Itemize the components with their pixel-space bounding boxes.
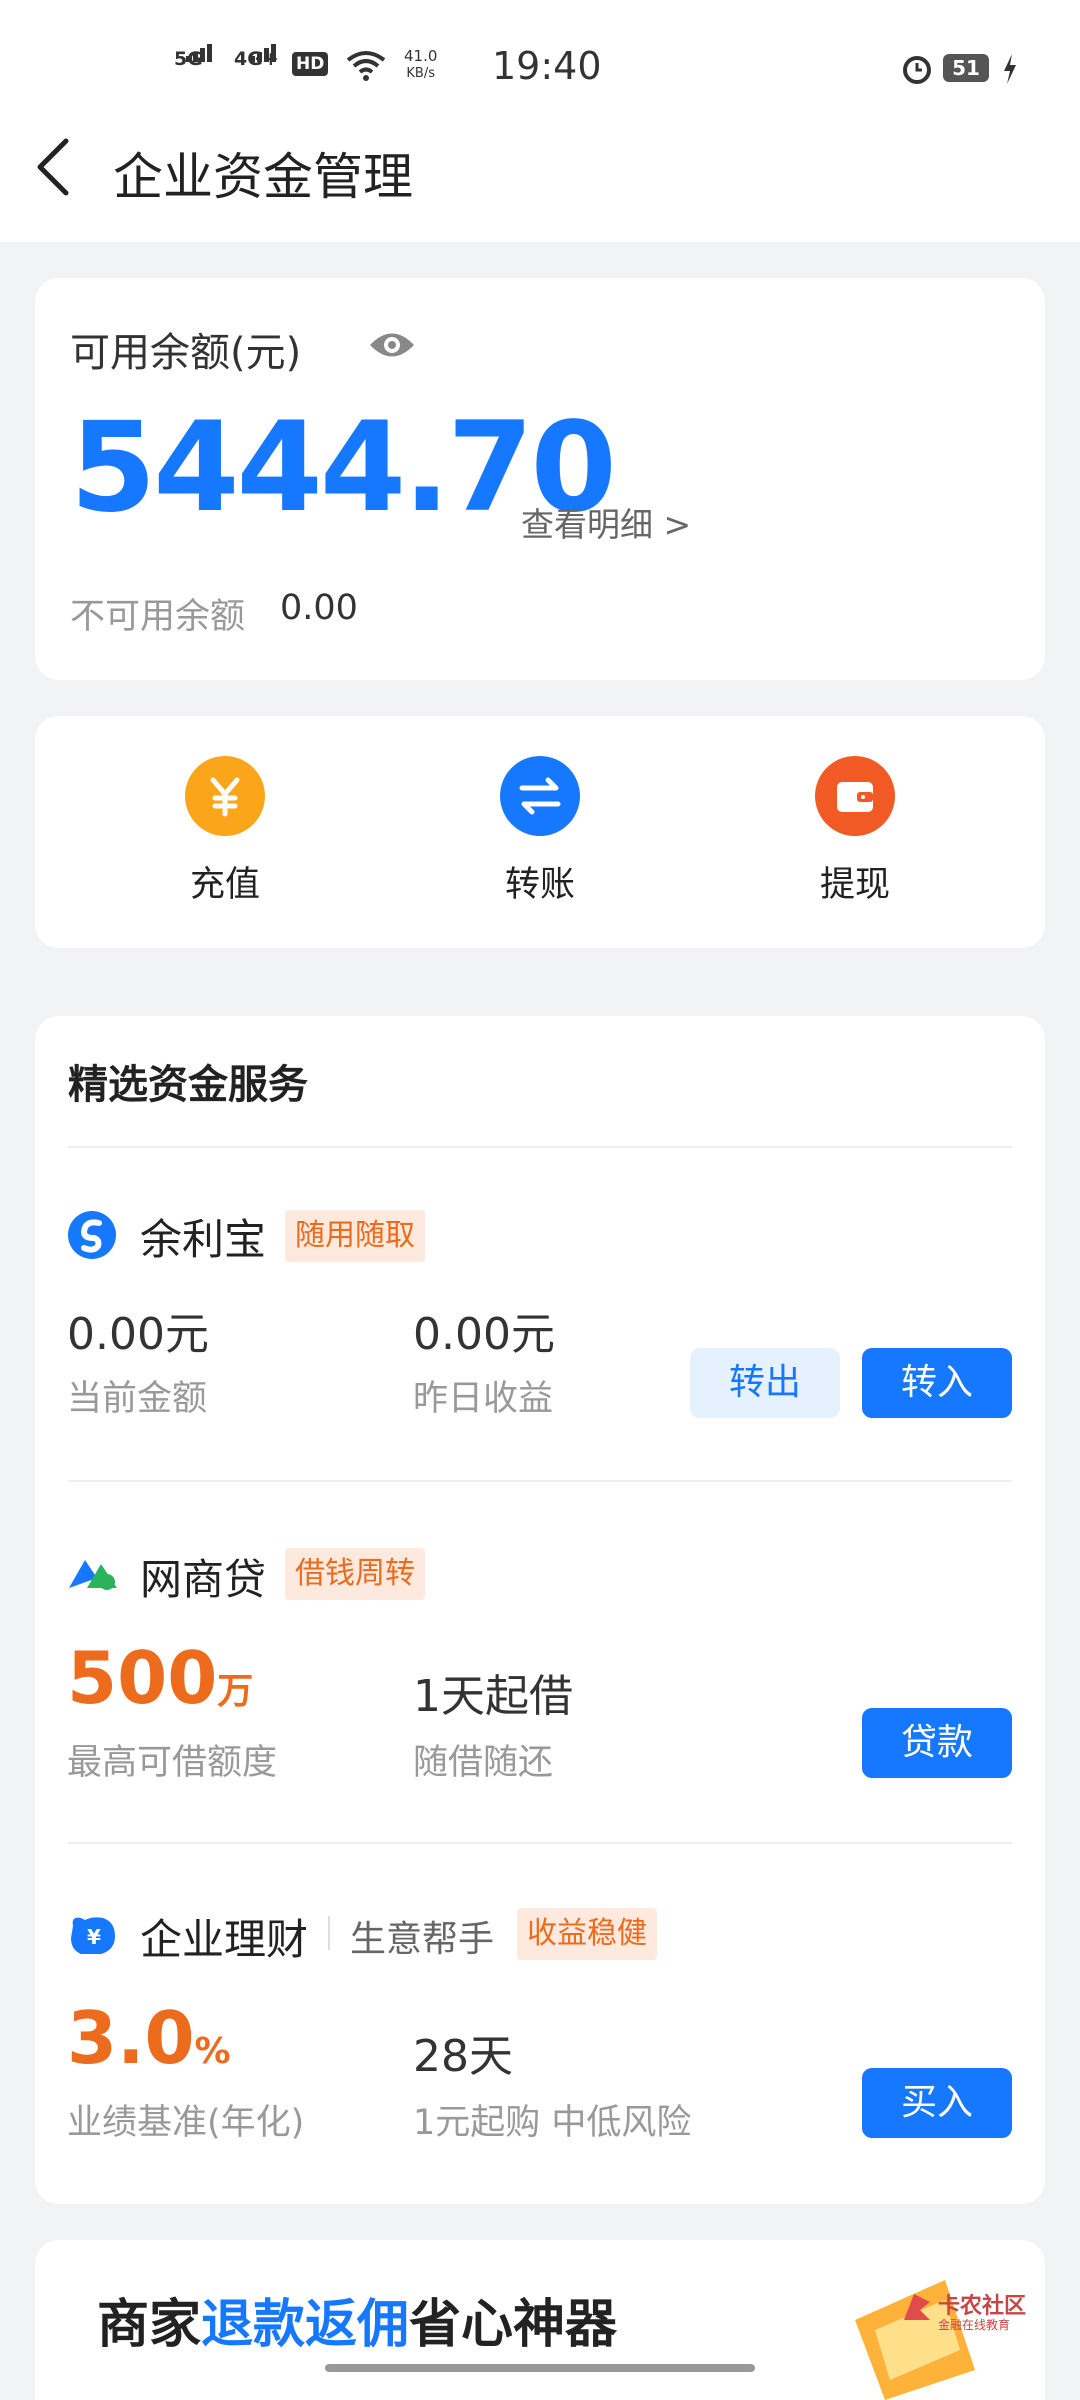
svg-text:¥: ¥ xyxy=(87,1925,101,1949)
wangshangdai-tag: 借钱周转 xyxy=(285,1548,425,1600)
network-speed: 41.0 KB/s xyxy=(404,48,437,82)
divider xyxy=(68,1480,1012,1482)
transfer-icon xyxy=(500,756,580,836)
licai-term: 28天 xyxy=(413,2031,513,2082)
recharge-label: 充值 xyxy=(189,865,260,905)
network-speed-value: 41.0 xyxy=(404,47,438,65)
withdraw-button[interactable]: 提现 xyxy=(755,716,955,948)
licai-name: 企业理财 xyxy=(140,1915,309,1964)
balance-card: 可用余额(元) 5444.70 查看明细 > 不可用余额 0.00 xyxy=(35,278,1045,680)
licai-yield-unit: % xyxy=(194,2031,231,2072)
home-indicator[interactable] xyxy=(325,2364,755,2372)
yulibao-yesterday-income-label: 昨日收益 xyxy=(413,1379,554,1419)
licai-yield: 3.0% xyxy=(67,1996,231,2080)
licai-term-label: 1元起购 中低风险 xyxy=(413,2103,692,2143)
wangshangdai-max-amount-number: 500 xyxy=(67,1636,218,1720)
status-bar: 5G 4G+ HD 41.0 KB/s 19:40 51 xyxy=(0,0,1080,130)
view-details-link[interactable]: 查看明细 > xyxy=(521,498,691,546)
charging-icon xyxy=(1004,54,1016,84)
wangshangdai-max-amount-unit: 万 xyxy=(217,1671,254,1712)
divider xyxy=(328,1916,330,1950)
promo-text-c: 省心神器 xyxy=(409,2295,618,2355)
wangshangdai-max-amount-label: 最高可借额度 xyxy=(67,1743,278,1783)
buy-button[interactable]: 买入 xyxy=(862,2068,1012,2138)
licai-tag: 收益稳健 xyxy=(517,1908,657,1960)
wangshangdai-min-term-label: 随借随还 xyxy=(413,1743,554,1783)
transfer-out-button[interactable]: 转出 xyxy=(690,1348,840,1418)
divider xyxy=(68,1146,1012,1148)
licai-logo-icon: ¥ xyxy=(71,1917,115,1954)
yulibao-logo-icon xyxy=(68,1211,116,1259)
yulibao-current-amount: 0.00元 xyxy=(67,1309,209,1360)
loan-button[interactable]: 贷款 xyxy=(862,1708,1012,1778)
promo-banner-text: 商家退款返佣省心神器 xyxy=(97,2282,617,2357)
licai-yield-label: 业绩基准(年化) xyxy=(67,2103,305,2143)
balance-label: 可用余额(元) xyxy=(70,330,302,376)
yulibao-current-amount-label: 当前金额 xyxy=(67,1379,208,1419)
eye-icon[interactable] xyxy=(368,328,416,362)
withdraw-label: 提现 xyxy=(819,865,890,905)
yulibao-name: 余利宝 xyxy=(140,1215,267,1264)
licai-subname: 生意帮手 xyxy=(350,1919,495,1960)
battery-indicator: 51 xyxy=(943,54,989,82)
promo-text-a: 商家 xyxy=(97,2295,202,2355)
wangshangdai-logo-icon xyxy=(69,1560,117,1590)
transfer-label: 转账 xyxy=(504,865,575,905)
wangshangdai-min-term: 1天起借 xyxy=(413,1671,573,1722)
watermark-subtext: 金融在线教育 xyxy=(938,2318,1011,2332)
wifi-icon xyxy=(346,51,386,81)
page-title: 企业资金管理 xyxy=(113,148,413,206)
yulibao-tag: 随用随取 xyxy=(285,1210,425,1262)
yuan-icon xyxy=(185,756,265,836)
services-section-title: 精选资金服务 xyxy=(68,1062,308,1108)
wangshangdai-name: 网商贷 xyxy=(140,1555,267,1604)
alarm-icon xyxy=(903,56,931,84)
back-arrow-icon[interactable] xyxy=(30,135,74,199)
hd-badge: HD xyxy=(292,52,329,76)
quick-actions-card: 充值 转账 提现 xyxy=(35,716,1045,948)
divider xyxy=(68,1842,1012,1844)
recharge-button[interactable]: 充值 xyxy=(125,716,325,948)
yulibao-yesterday-income: 0.00元 xyxy=(413,1309,555,1360)
transfer-button[interactable]: 转账 xyxy=(440,716,640,948)
transfer-in-button[interactable]: 转入 xyxy=(862,1348,1012,1418)
network-speed-unit: KB/s xyxy=(406,66,435,81)
licai-yield-number: 3.0 xyxy=(67,1996,195,2080)
promo-text-b: 退款返佣 xyxy=(201,2295,410,2355)
clock: 19:40 xyxy=(492,44,602,88)
wangshangdai-max-amount: 500万 xyxy=(67,1636,253,1720)
unavailable-balance-value: 0.00 xyxy=(280,588,358,628)
unavailable-balance-label: 不可用余额 xyxy=(70,597,246,637)
promo-banner[interactable]: 商家退款返佣省心神器 xyxy=(35,2240,1045,2400)
wallet-icon xyxy=(815,756,895,836)
watermark-logo-icon xyxy=(904,2294,930,2320)
